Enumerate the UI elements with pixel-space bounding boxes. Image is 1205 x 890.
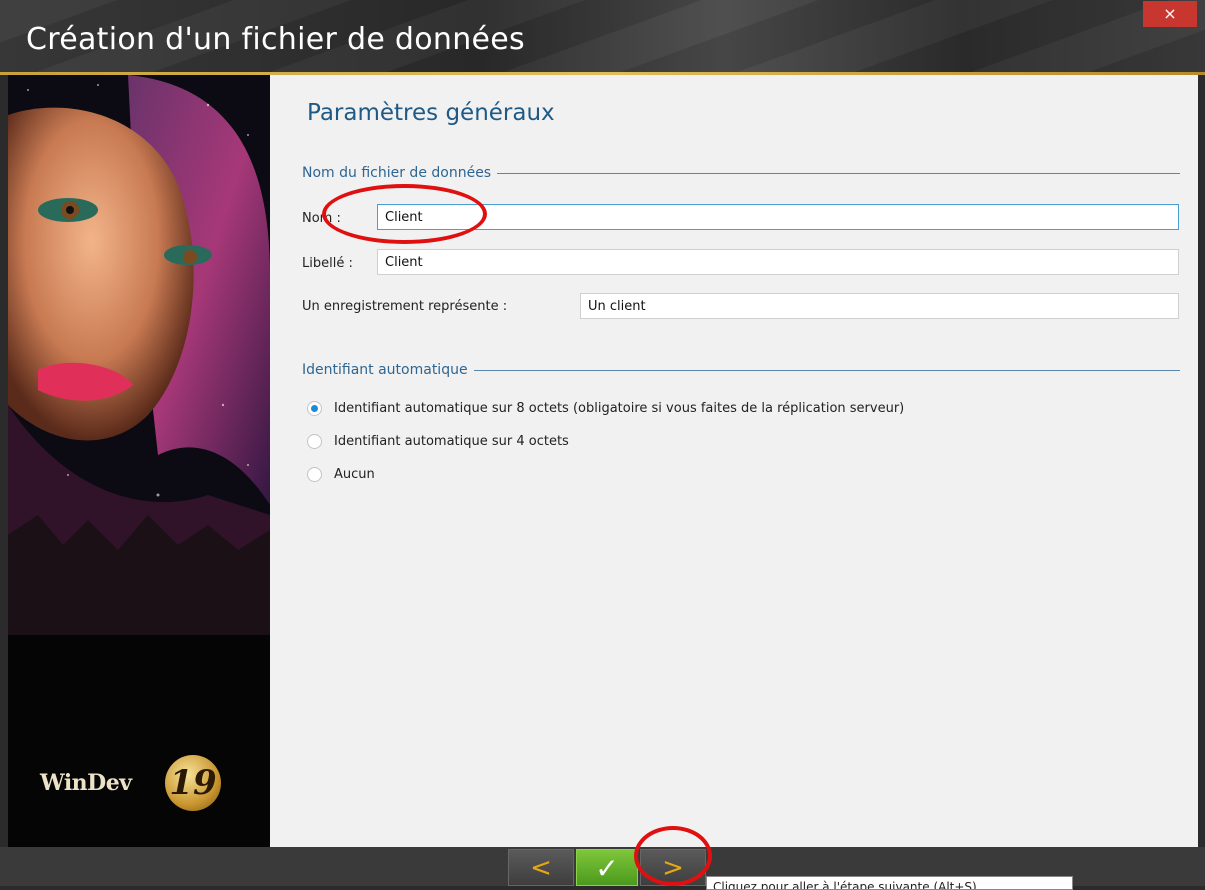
radio-label: Identifiant automatique sur 4 octets	[334, 434, 569, 449]
radio-option-4-bytes[interactable]: Identifiant automatique sur 4 octets	[307, 434, 569, 449]
section-divider	[473, 369, 1180, 371]
radio-option-8-bytes[interactable]: Identifiant automatique sur 8 octets (ob…	[307, 401, 904, 416]
previous-button[interactable]: <	[508, 849, 574, 886]
sidebar-art	[8, 75, 270, 847]
record-input[interactable]: Un client	[580, 293, 1179, 319]
radio-unselected-icon[interactable]	[307, 434, 322, 449]
radio-unselected-icon[interactable]	[307, 467, 322, 482]
finish-button[interactable]: ✓	[576, 849, 638, 886]
section-file-name: Nom du fichier de données	[302, 163, 1180, 183]
nom-label: Nom :	[302, 211, 341, 226]
nom-input[interactable]: Client	[377, 204, 1179, 230]
next-button[interactable]: >	[640, 849, 706, 886]
radio-label: Aucun	[334, 467, 375, 482]
next-tooltip: Cliquez pour aller à l'étape suivante (A…	[706, 876, 1073, 890]
windev-version-badge: 19	[165, 755, 221, 811]
radio-label: Identifiant automatique sur 8 octets (ob…	[334, 401, 905, 416]
page-heading: Paramètres généraux	[307, 100, 555, 126]
libelle-label: Libellé :	[302, 256, 353, 271]
record-label: Un enregistrement représente :	[302, 299, 508, 314]
section-auto-id-title: Identifiant automatique	[302, 362, 468, 378]
close-button[interactable]: ×	[1143, 1, 1197, 27]
window-title: Création d'un fichier de données	[26, 22, 525, 57]
sidebar-illustration: WinDev 19	[8, 75, 270, 847]
section-divider	[497, 172, 1180, 174]
windev-logo: WinDev	[40, 770, 132, 796]
section-auto-id: Identifiant automatique	[302, 360, 1180, 380]
libelle-input[interactable]: Client	[377, 249, 1179, 275]
section-file-name-title: Nom du fichier de données	[302, 165, 492, 181]
window-right-border	[1198, 75, 1205, 847]
wizard-content: Paramètres généraux Nom du fichier de do…	[270, 75, 1198, 847]
radio-selected-icon[interactable]	[307, 401, 322, 416]
radio-option-none[interactable]: Aucun	[307, 467, 375, 482]
